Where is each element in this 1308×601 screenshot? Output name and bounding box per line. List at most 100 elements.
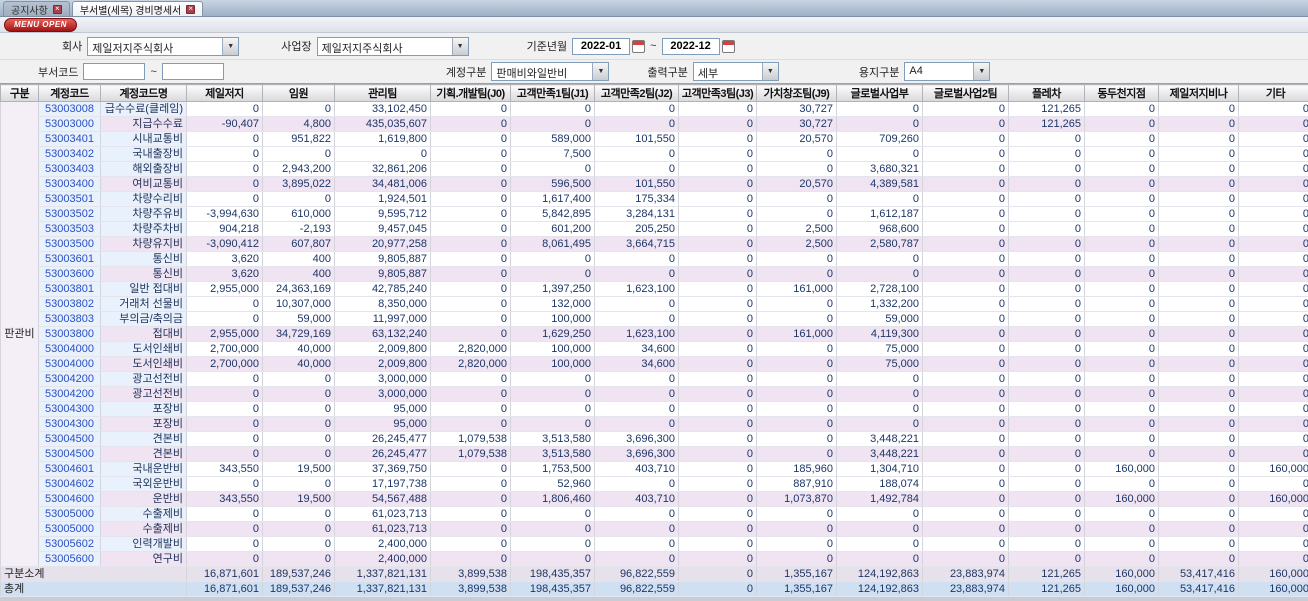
account-code-cell[interactable]: 53005602 bbox=[39, 537, 101, 552]
amount-cell[interactable]: 9,595,712 bbox=[335, 207, 431, 222]
close-icon[interactable]: × bbox=[186, 5, 195, 14]
amount-cell[interactable]: 198,435,357 bbox=[511, 582, 595, 597]
amount-cell[interactable]: 0 bbox=[1159, 447, 1239, 462]
amount-cell[interactable]: 75,000 bbox=[837, 342, 923, 357]
amount-cell[interactable]: 96,822,559 bbox=[595, 582, 679, 597]
amount-cell[interactable]: 0 bbox=[263, 552, 335, 567]
amount-cell[interactable]: 0 bbox=[1239, 132, 1308, 147]
amount-cell[interactable]: 0 bbox=[187, 192, 263, 207]
amount-cell[interactable]: 1,612,187 bbox=[837, 207, 923, 222]
column-header[interactable]: 고객만족3팀(J3) bbox=[679, 85, 757, 102]
amount-cell[interactable]: 0 bbox=[1239, 342, 1308, 357]
amount-cell[interactable]: 0 bbox=[923, 132, 1009, 147]
amount-cell[interactable]: 0 bbox=[1159, 132, 1239, 147]
amount-cell[interactable]: 0 bbox=[263, 537, 335, 552]
amount-cell[interactable]: 0 bbox=[1239, 552, 1308, 567]
amount-cell[interactable]: 1,492,784 bbox=[837, 492, 923, 507]
amount-cell[interactable]: 0 bbox=[679, 447, 757, 462]
column-header[interactable]: 글로벌사업2팀 bbox=[923, 85, 1009, 102]
column-header[interactable]: 고객만족2팀(J2) bbox=[595, 85, 679, 102]
amount-cell[interactable]: 0 bbox=[1159, 297, 1239, 312]
amount-cell[interactable]: 160,000 bbox=[1239, 582, 1308, 597]
amount-cell[interactable]: 0 bbox=[187, 447, 263, 462]
amount-cell[interactable]: 1,924,501 bbox=[335, 192, 431, 207]
amount-cell[interactable]: 400 bbox=[263, 252, 335, 267]
table-row[interactable]: 53003000지급수수료-90,4074,800435,035,6070000… bbox=[1, 117, 1308, 132]
amount-cell[interactable]: 0 bbox=[923, 312, 1009, 327]
amount-cell[interactable]: 435,035,607 bbox=[335, 117, 431, 132]
amount-cell[interactable]: 0 bbox=[1159, 342, 1239, 357]
amount-cell[interactable]: 3,664,715 bbox=[595, 237, 679, 252]
table-row[interactable]: 53003803부의금/축의금059,00011,997,0000100,000… bbox=[1, 312, 1308, 327]
amount-cell[interactable]: 0 bbox=[595, 372, 679, 387]
amount-cell[interactable]: 0 bbox=[837, 552, 923, 567]
account-name-cell[interactable]: 국내운반비 bbox=[101, 462, 187, 477]
amount-cell[interactable]: 0 bbox=[187, 177, 263, 192]
amount-cell[interactable]: 0 bbox=[757, 447, 837, 462]
amount-cell[interactable]: 1,304,710 bbox=[837, 462, 923, 477]
amount-cell[interactable]: 0 bbox=[679, 297, 757, 312]
amount-cell[interactable]: 124,192,863 bbox=[837, 567, 923, 582]
account-name-cell[interactable]: 도서인쇄비 bbox=[101, 357, 187, 372]
amount-cell[interactable]: 0 bbox=[923, 462, 1009, 477]
amount-cell[interactable]: 2,500 bbox=[757, 222, 837, 237]
table-row[interactable]: 53005000수출제비0061,023,71300000000000 bbox=[1, 522, 1308, 537]
amount-cell[interactable]: 160,000 bbox=[1085, 462, 1159, 477]
amount-cell[interactable]: 0 bbox=[757, 207, 837, 222]
amount-cell[interactable]: 0 bbox=[923, 147, 1009, 162]
amount-cell[interactable]: 1,617,400 bbox=[511, 192, 595, 207]
company-select[interactable]: 제일저지주식회사 ▼ bbox=[87, 37, 239, 56]
account-name-cell[interactable]: 운반비 bbox=[101, 492, 187, 507]
amount-cell[interactable]: 0 bbox=[263, 147, 335, 162]
amount-cell[interactable]: 0 bbox=[837, 522, 923, 537]
amount-cell[interactable]: 0 bbox=[187, 312, 263, 327]
amount-cell[interactable]: 0 bbox=[1239, 252, 1308, 267]
amount-cell[interactable]: 1,337,821,131 bbox=[335, 567, 431, 582]
amount-cell[interactable]: 2,009,800 bbox=[335, 357, 431, 372]
amount-cell[interactable]: 0 bbox=[923, 252, 1009, 267]
amount-cell[interactable]: 0 bbox=[335, 147, 431, 162]
account-code-cell[interactable]: 53004200 bbox=[39, 372, 101, 387]
amount-cell[interactable]: 0 bbox=[595, 522, 679, 537]
amount-cell[interactable]: 0 bbox=[511, 102, 595, 117]
amount-cell[interactable]: 2,943,200 bbox=[263, 162, 335, 177]
amount-cell[interactable]: 1,337,821,131 bbox=[335, 582, 431, 597]
column-header[interactable]: 계정코드명 bbox=[101, 85, 187, 102]
amount-cell[interactable]: 1,806,460 bbox=[511, 492, 595, 507]
table-row[interactable]: 53004500견본비0026,245,4771,079,5383,513,58… bbox=[1, 432, 1308, 447]
amount-cell[interactable]: 3,000,000 bbox=[335, 387, 431, 402]
amount-cell[interactable]: 121,265 bbox=[1009, 567, 1085, 582]
amount-cell[interactable]: 0 bbox=[923, 207, 1009, 222]
amount-cell[interactable]: 0 bbox=[1159, 507, 1239, 522]
amount-cell[interactable]: 0 bbox=[263, 507, 335, 522]
account-code-cell[interactable]: 53005000 bbox=[39, 522, 101, 537]
amount-cell[interactable]: 1,332,200 bbox=[837, 297, 923, 312]
amount-cell[interactable]: 0 bbox=[757, 192, 837, 207]
amount-cell[interactable]: 0 bbox=[923, 552, 1009, 567]
table-row[interactable]: 53003601통신비3,6204009,805,88700000000000 bbox=[1, 252, 1308, 267]
menu-open-button[interactable]: MENU OPEN bbox=[4, 18, 77, 32]
column-header[interactable]: 관리팀 bbox=[335, 85, 431, 102]
amount-cell[interactable]: 0 bbox=[679, 462, 757, 477]
amount-cell[interactable]: 607,807 bbox=[263, 237, 335, 252]
amount-cell[interactable]: 0 bbox=[679, 432, 757, 447]
amount-cell[interactable]: 1,397,250 bbox=[511, 282, 595, 297]
amount-cell[interactable]: 0 bbox=[431, 237, 511, 252]
table-row[interactable]: 53004600운반비343,55019,50054,567,48801,806… bbox=[1, 492, 1308, 507]
amount-cell[interactable]: 0 bbox=[1159, 432, 1239, 447]
amount-cell[interactable]: 0 bbox=[837, 192, 923, 207]
amount-cell[interactable]: 0 bbox=[923, 507, 1009, 522]
amount-cell[interactable]: 0 bbox=[263, 372, 335, 387]
amount-cell[interactable]: 0 bbox=[923, 297, 1009, 312]
amount-cell[interactable]: 121,265 bbox=[1009, 582, 1085, 597]
amount-cell[interactable]: 2,700,000 bbox=[187, 342, 263, 357]
amount-cell[interactable]: 0 bbox=[1085, 297, 1159, 312]
amount-cell[interactable]: 0 bbox=[757, 552, 837, 567]
amount-cell[interactable]: 0 bbox=[1009, 462, 1085, 477]
amount-cell[interactable]: 0 bbox=[923, 342, 1009, 357]
amount-cell[interactable]: 904,218 bbox=[187, 222, 263, 237]
column-header[interactable]: 구분 bbox=[1, 85, 39, 102]
table-row[interactable]: 53004200광고선전비003,000,00000000000000 bbox=[1, 372, 1308, 387]
amount-cell[interactable]: 610,000 bbox=[263, 207, 335, 222]
amount-cell[interactable]: 0 bbox=[1159, 537, 1239, 552]
